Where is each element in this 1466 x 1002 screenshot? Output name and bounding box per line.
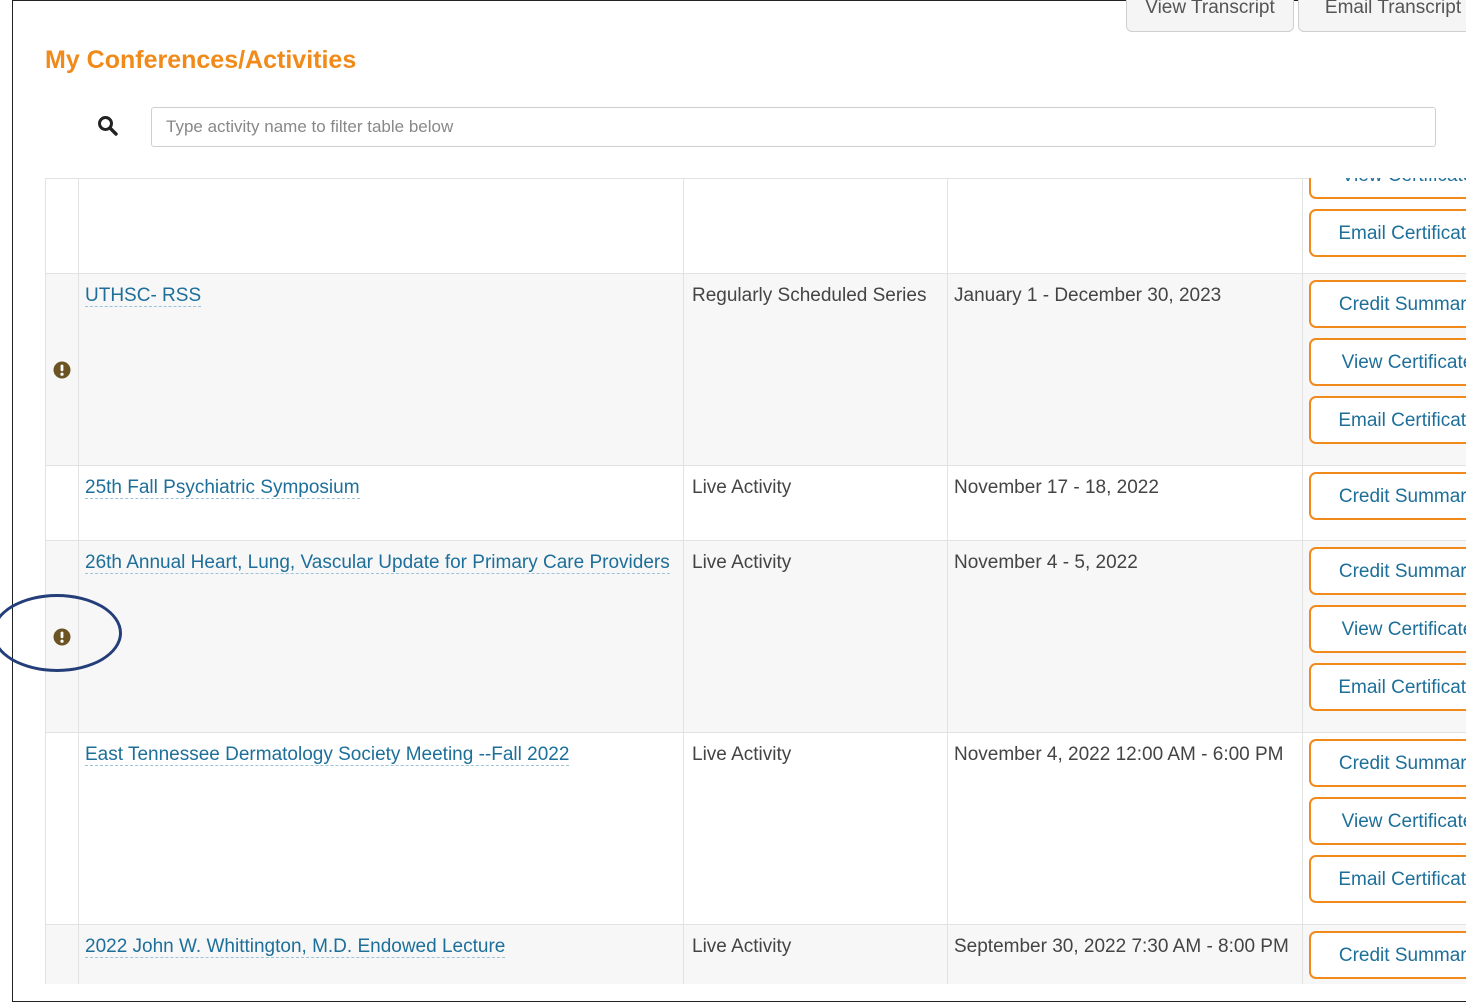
activity-date-cell [948,179,1303,274]
activity-actions-cell: Credit Summary [1303,925,1466,985]
table-row: 26th Annual Heart, Lung, Vascular Update… [46,541,1466,733]
activities-table-container: View Certificate Email Certificate UTHSC… [45,178,1466,984]
warning-icon [53,628,71,646]
activity-link[interactable]: 2022 John W. Whittington, M.D. Endowed L… [85,936,505,958]
table-row: 25th Fall Psychiatric Symposium Live Act… [46,466,1466,541]
credit-summary-button[interactable]: Credit Summary [1309,931,1466,979]
table-row: 2022 John W. Whittington, M.D. Endowed L… [46,925,1466,985]
table-row: View Certificate Email Certificate [46,179,1466,274]
activity-date-cell: November 4, 2022 12:00 AM - 6:00 PM [948,733,1303,925]
activity-actions-cell: Credit Summary [1303,466,1466,541]
activities-table: View Certificate Email Certificate UTHSC… [45,178,1466,984]
activity-date-cell: November 4 - 5, 2022 [948,541,1303,733]
email-certificate-button[interactable]: Email Certificate [1309,209,1466,257]
row-status-cell [46,274,79,466]
page-title: My Conferences/Activities [45,46,356,75]
credit-summary-button[interactable]: Credit Summary [1309,547,1466,595]
row-status-cell [46,541,79,733]
activity-type-cell: Live Activity [684,733,948,925]
view-certificate-button[interactable]: View Certificate [1309,178,1466,199]
activity-type-cell: Regularly Scheduled Series [684,274,948,466]
activity-name-cell: 2022 John W. Whittington, M.D. Endowed L… [79,925,684,985]
activity-actions-cell: Credit Summary View Certificate Email Ce… [1303,733,1466,925]
activity-type-cell: Live Activity [684,541,948,733]
activity-type-cell [684,179,948,274]
email-certificate-button[interactable]: Email Certificate [1309,396,1466,444]
activity-link[interactable]: UTHSC- RSS [85,285,201,307]
email-certificate-button[interactable]: Email Certificate [1309,663,1466,711]
activity-date-cell: January 1 - December 30, 2023 [948,274,1303,466]
credit-summary-button[interactable]: Credit Summary [1309,280,1466,328]
activity-actions-cell: Credit Summary View Certificate Email Ce… [1303,274,1466,466]
table-row: East Tennessee Dermatology Society Meeti… [46,733,1466,925]
activity-link[interactable]: 26th Annual Heart, Lung, Vascular Update… [85,552,670,574]
activity-date-cell: November 17 - 18, 2022 [948,466,1303,541]
activity-date-cell: September 30, 2022 7:30 AM - 8:00 PM [948,925,1303,985]
activity-link[interactable]: 25th Fall Psychiatric Symposium [85,477,360,499]
activity-name-cell [79,179,684,274]
activity-filter-input[interactable] [151,107,1436,147]
row-status-cell [46,733,79,925]
view-transcript-button[interactable]: View Transcript [1126,0,1294,32]
activity-link[interactable]: East Tennessee Dermatology Society Meeti… [85,744,569,766]
activity-name-cell: East Tennessee Dermatology Society Meeti… [79,733,684,925]
activity-actions-cell: View Certificate Email Certificate [1303,179,1466,274]
activity-actions-cell: Credit Summary View Certificate Email Ce… [1303,541,1466,733]
activity-name-cell: 26th Annual Heart, Lung, Vascular Update… [79,541,684,733]
view-certificate-button[interactable]: View Certificate [1309,605,1466,653]
view-certificate-button[interactable]: View Certificate [1309,797,1466,845]
warning-icon [53,361,71,379]
row-status-cell [46,466,79,541]
email-certificate-button[interactable]: Email Certificate [1309,855,1466,903]
search-icon [96,114,120,138]
row-status-cell [46,925,79,985]
credit-summary-button[interactable]: Credit Summary [1309,472,1466,520]
activity-type-cell: Live Activity [684,466,948,541]
activity-name-cell: UTHSC- RSS [79,274,684,466]
email-transcript-button[interactable]: Email Transcript [1298,0,1466,32]
view-certificate-button[interactable]: View Certificate [1309,338,1466,386]
credit-summary-button[interactable]: Credit Summary [1309,739,1466,787]
activity-type-cell: Live Activity [684,925,948,985]
row-status-cell [46,179,79,274]
activity-name-cell: 25th Fall Psychiatric Symposium [79,466,684,541]
table-row: UTHSC- RSS Regularly Scheduled Series Ja… [46,274,1466,466]
